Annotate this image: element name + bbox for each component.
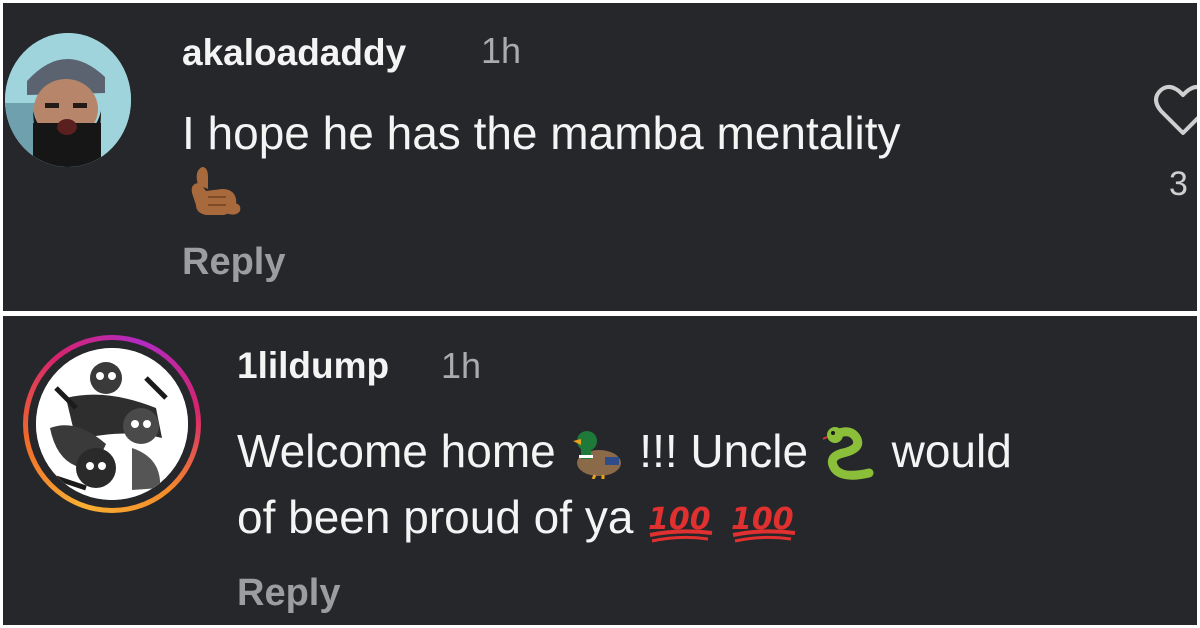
comment-text-part: of been proud of ya bbox=[237, 490, 634, 543]
comment-card: 1lildump 1h Welcome home !!! Uncle would… bbox=[3, 316, 1197, 625]
timestamp: 1h bbox=[481, 30, 522, 71]
call-me-hand-emoji bbox=[186, 163, 242, 224]
hundred-points-emoji: 100 bbox=[729, 491, 799, 551]
heart-icon[interactable] bbox=[1153, 83, 1197, 137]
username[interactable]: akaloadaddy bbox=[182, 32, 406, 74]
avatar-photo bbox=[36, 348, 188, 500]
duck-emoji bbox=[569, 425, 627, 485]
username[interactable]: 1lildump bbox=[237, 345, 389, 387]
avatar[interactable] bbox=[5, 33, 131, 167]
timestamp: 1h bbox=[441, 345, 482, 386]
reply-button[interactable]: Reply bbox=[237, 572, 340, 615]
snake-emoji bbox=[821, 423, 879, 487]
hundred-points-emoji: 100 bbox=[646, 491, 716, 551]
avatar[interactable] bbox=[36, 348, 188, 500]
comment-text-part: would bbox=[891, 425, 1012, 477]
comment-text: Welcome home !!! Uncle would of been pro… bbox=[237, 421, 1177, 551]
comment-text-part: !!! Uncle bbox=[639, 425, 809, 477]
comment-text: I hope he has the mamba mentality bbox=[182, 107, 901, 159]
avatar-photo bbox=[5, 33, 131, 167]
comment-text-part: Welcome home bbox=[237, 425, 556, 477]
reply-button[interactable]: Reply bbox=[182, 241, 285, 284]
like-count: 3 bbox=[1169, 165, 1188, 203]
comment-card: akaloadaddy 1h I hope he has the mamba m… bbox=[3, 3, 1197, 311]
